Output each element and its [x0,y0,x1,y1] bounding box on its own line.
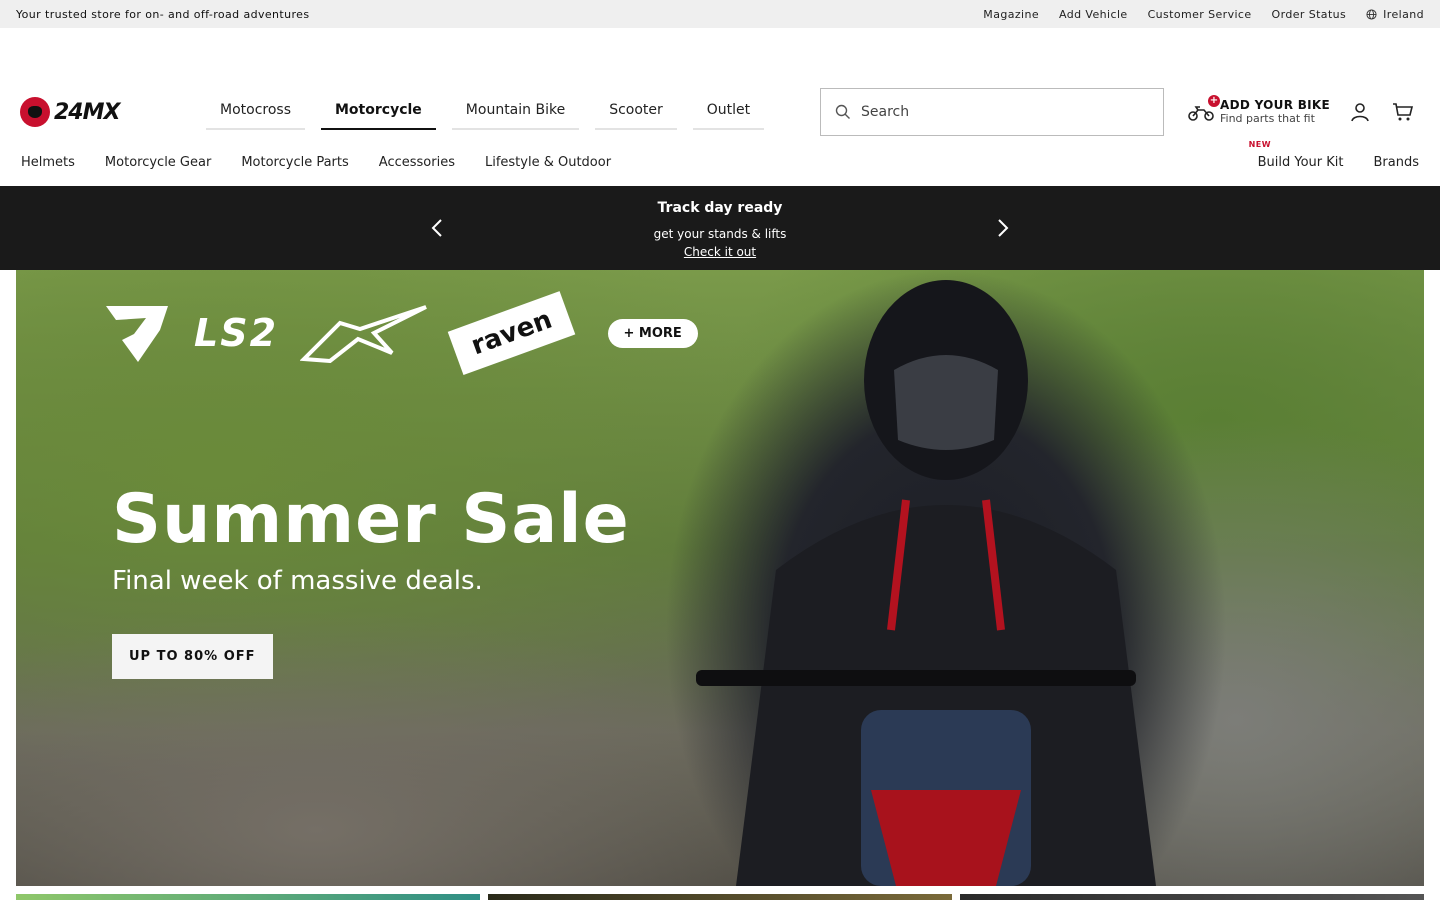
tile-3[interactable] [960,894,1424,900]
cart-icon[interactable] [1391,100,1415,124]
new-badge: NEW [1248,139,1272,149]
link-add-vehicle[interactable]: Add Vehicle [1059,8,1128,21]
promo-link[interactable]: Check it out [684,245,756,259]
top-bar: Your trusted store for on- and off-road … [0,0,1440,28]
chevron-right-icon[interactable] [990,216,1014,240]
globe-icon [1366,8,1377,20]
sub-navigation: Helmets Motorcycle Gear Motorcycle Parts… [0,138,1440,186]
tagline: Your trusted store for on- and off-road … [16,7,310,21]
add-badge: + [1208,94,1220,107]
link-customer-service[interactable]: Customer Service [1148,8,1252,21]
promo-subtitle: get your stands & lifts [653,227,787,241]
search-input[interactable] [861,104,1141,120]
build-your-kit-label: Build Your Kit [1257,154,1344,170]
link-magazine[interactable]: Magazine [983,8,1039,21]
hero-subheading: Final week of massive deals. [112,566,483,596]
brand-raven-logo: raven [447,290,576,376]
hero-heading: Summer Sale [112,480,630,559]
tab-mountain-bike[interactable]: Mountain Bike [451,88,580,130]
nav-helmets[interactable]: Helmets [21,155,75,170]
tile-1[interactable] [16,894,480,900]
account-icon[interactable] [1348,100,1372,124]
brand-star-logo [300,305,427,363]
logo-mark-icon [20,97,50,127]
header: 24MX Motocross Motorcycle Mountain Bike … [0,28,1440,138]
region-selector[interactable]: Ireland [1366,8,1424,21]
hero-cta-button[interactable]: UP TO 80% OFF [112,634,273,679]
brand-shield-logo [106,306,168,362]
promo-title: Track day ready [657,200,783,216]
nav-brands[interactable]: Brands [1374,155,1420,170]
category-tiles-peek [16,894,1424,900]
link-order-status[interactable]: Order Status [1272,8,1347,21]
hero-banner[interactable]: LS2 raven + MORE Summer Sale Final week … [16,270,1424,886]
tab-scooter[interactable]: Scooter [595,88,677,130]
tab-motorcycle[interactable]: Motorcycle [321,88,436,130]
brand-logos: LS2 raven + MORE [102,290,698,376]
nav-accessories[interactable]: Accessories [379,155,455,170]
add-your-bike-button[interactable]: + ADD YOUR BIKE Find parts that fit [1188,94,1331,125]
nav-motorcycle-gear[interactable]: Motorcycle Gear [105,155,211,170]
tab-outlet[interactable]: Outlet [692,88,765,130]
rider-image [696,280,1156,886]
motorcycle-icon: + [1188,94,1220,123]
search-icon [835,104,850,119]
promo-banner: Track day ready get your stands & lifts … [0,186,1440,270]
search-box[interactable] [820,88,1164,136]
nav-lifestyle-outdoor[interactable]: Lifestyle & Outdoor [485,155,611,170]
tile-2[interactable] [488,894,952,900]
more-brands-button[interactable]: + MORE [607,318,698,348]
brand-ls2-logo: LS2 [194,311,279,355]
main-category-tabs: Motocross Motorcycle Mountain Bike Scoot… [206,88,765,130]
add-bike-title: ADD YOUR BIKE [1220,98,1331,112]
logo-text: 24MX [54,99,120,125]
add-bike-subtitle: Find parts that fit [1220,112,1315,125]
utility-links: Magazine Add Vehicle Customer Service Or… [983,8,1424,21]
nav-motorcycle-parts[interactable]: Motorcycle Parts [241,155,348,170]
nav-build-your-kit[interactable]: NEW Build Your Kit [1249,140,1344,170]
region-label: Ireland [1383,7,1424,21]
chevron-left-icon[interactable] [426,216,450,240]
tab-motocross[interactable]: Motocross [206,88,305,130]
site-logo[interactable]: 24MX [20,97,120,127]
